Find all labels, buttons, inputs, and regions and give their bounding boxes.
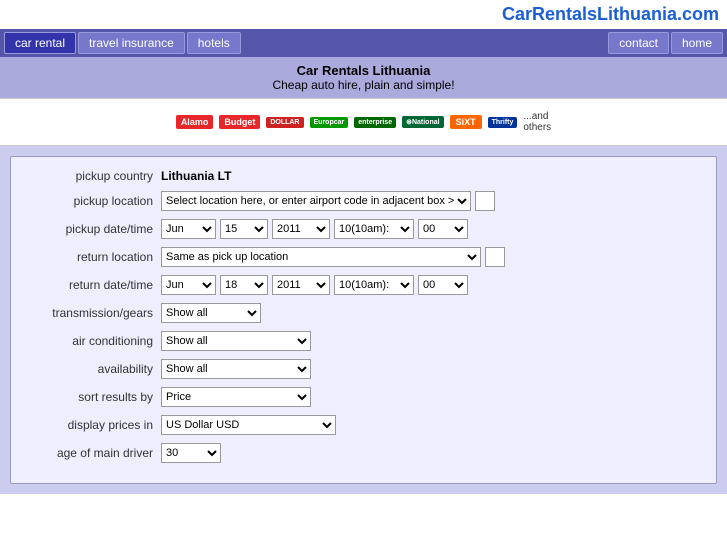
ac-select[interactable]: Show all bbox=[161, 331, 311, 351]
age-row: age of main driver 30 bbox=[21, 443, 706, 463]
pickup-year-select[interactable]: 2011 bbox=[272, 219, 330, 239]
return-year-select[interactable]: 2011 bbox=[272, 275, 330, 295]
logo-thrifty: Thrifty bbox=[488, 107, 518, 137]
site-title: CarRentalsLithuania.com bbox=[502, 4, 719, 24]
ac-row: air conditioning Show all bbox=[21, 331, 706, 351]
nav-bar: car rental travel insurance hotels conta… bbox=[0, 29, 727, 57]
banner: Car Rentals Lithuania Cheap auto hire, p… bbox=[0, 57, 727, 98]
return-location-controls: Same as pick up location bbox=[161, 247, 706, 267]
nav-home[interactable]: home bbox=[671, 32, 723, 54]
form-panel: pickup country Lithuania LT pickup locat… bbox=[10, 156, 717, 484]
pickup-location-controls: Select location here, or enter airport c… bbox=[161, 191, 706, 211]
logo-enterprise: enterprise bbox=[354, 107, 396, 137]
logo-budget: Budget bbox=[219, 107, 260, 137]
logo-sixt: SiXT bbox=[450, 107, 482, 137]
pickup-location-select[interactable]: Select location here, or enter airport c… bbox=[161, 191, 471, 211]
banner-title: Car Rentals Lithuania bbox=[4, 63, 723, 78]
pickup-hour-select[interactable]: 10(10am): bbox=[334, 219, 414, 239]
logo-alamo: Alamo bbox=[176, 107, 214, 137]
site-header: CarRentalsLithuania.com bbox=[0, 0, 727, 29]
logo-national: ⊛National bbox=[402, 107, 443, 137]
return-datetime-controls: Jun 18 2011 10(10am): 00 bbox=[161, 275, 706, 295]
return-day-select[interactable]: 18 bbox=[220, 275, 268, 295]
return-location-label: return location bbox=[21, 250, 161, 264]
main-content: pickup country Lithuania LT pickup locat… bbox=[0, 146, 727, 494]
transmission-controls: Show all bbox=[161, 303, 706, 323]
pickup-country-label: pickup country bbox=[21, 169, 161, 183]
return-hour-select[interactable]: 10(10am): bbox=[334, 275, 414, 295]
logo-dollar: DOLLAR bbox=[266, 107, 303, 137]
return-datetime-row: return date/time Jun 18 2011 10(10am): 0… bbox=[21, 275, 706, 295]
age-select[interactable]: 30 bbox=[161, 443, 221, 463]
nav-car-rental[interactable]: car rental bbox=[4, 32, 76, 54]
pickup-datetime-controls: Jun 15 2011 10(10am): 00 bbox=[161, 219, 706, 239]
currency-label: display prices in bbox=[21, 418, 161, 432]
sort-select[interactable]: Price bbox=[161, 387, 311, 407]
availability-label: availability bbox=[21, 362, 161, 376]
sort-label: sort results by bbox=[21, 390, 161, 404]
pickup-location-label: pickup location bbox=[21, 194, 161, 208]
pickup-country-controls: Lithuania LT bbox=[161, 169, 706, 183]
availability-select[interactable]: Show all bbox=[161, 359, 311, 379]
transmission-row: transmission/gears Show all bbox=[21, 303, 706, 323]
sort-controls: Price bbox=[161, 387, 706, 407]
pickup-datetime-label: pickup date/time bbox=[21, 222, 161, 236]
banner-subtitle: Cheap auto hire, plain and simple! bbox=[4, 78, 723, 92]
pickup-day-select[interactable]: 15 bbox=[220, 219, 268, 239]
currency-select[interactable]: US Dollar USD bbox=[161, 415, 336, 435]
nav-contact[interactable]: contact bbox=[608, 32, 669, 54]
logos-bar: Alamo Budget DOLLAR Europcar enterprise … bbox=[0, 98, 727, 146]
transmission-label: transmission/gears bbox=[21, 306, 161, 320]
availability-controls: Show all bbox=[161, 359, 706, 379]
nav-left: car rental travel insurance hotels bbox=[4, 32, 241, 54]
return-datetime-label: return date/time bbox=[21, 278, 161, 292]
currency-row: display prices in US Dollar USD bbox=[21, 415, 706, 435]
sort-row: sort results by Price bbox=[21, 387, 706, 407]
nav-right: contact home bbox=[608, 32, 723, 54]
pickup-datetime-row: pickup date/time Jun 15 2011 10(10am): 0… bbox=[21, 219, 706, 239]
pickup-min-select[interactable]: 00 bbox=[418, 219, 468, 239]
ac-controls: Show all bbox=[161, 331, 706, 351]
nav-hotels[interactable]: hotels bbox=[187, 32, 241, 54]
transmission-select[interactable]: Show all bbox=[161, 303, 261, 323]
return-location-row: return location Same as pick up location bbox=[21, 247, 706, 267]
return-location-code-box[interactable] bbox=[485, 247, 505, 267]
currency-controls: US Dollar USD bbox=[161, 415, 706, 435]
return-month-select[interactable]: Jun bbox=[161, 275, 216, 295]
nav-travel-insurance[interactable]: travel insurance bbox=[78, 32, 185, 54]
pickup-month-select[interactable]: Jun bbox=[161, 219, 216, 239]
logo-europcar: Europcar bbox=[310, 107, 349, 137]
return-location-select[interactable]: Same as pick up location bbox=[161, 247, 481, 267]
ac-label: air conditioning bbox=[21, 334, 161, 348]
age-label: age of main driver bbox=[21, 446, 161, 460]
age-controls: 30 bbox=[161, 443, 706, 463]
pickup-country-value: Lithuania LT bbox=[161, 169, 231, 183]
pickup-location-code-box[interactable] bbox=[475, 191, 495, 211]
return-min-select[interactable]: 00 bbox=[418, 275, 468, 295]
pickup-country-row: pickup country Lithuania LT bbox=[21, 169, 706, 183]
availability-row: availability Show all bbox=[21, 359, 706, 379]
pickup-location-row: pickup location Select location here, or… bbox=[21, 191, 706, 211]
logo-others: ...andothers bbox=[523, 107, 551, 137]
